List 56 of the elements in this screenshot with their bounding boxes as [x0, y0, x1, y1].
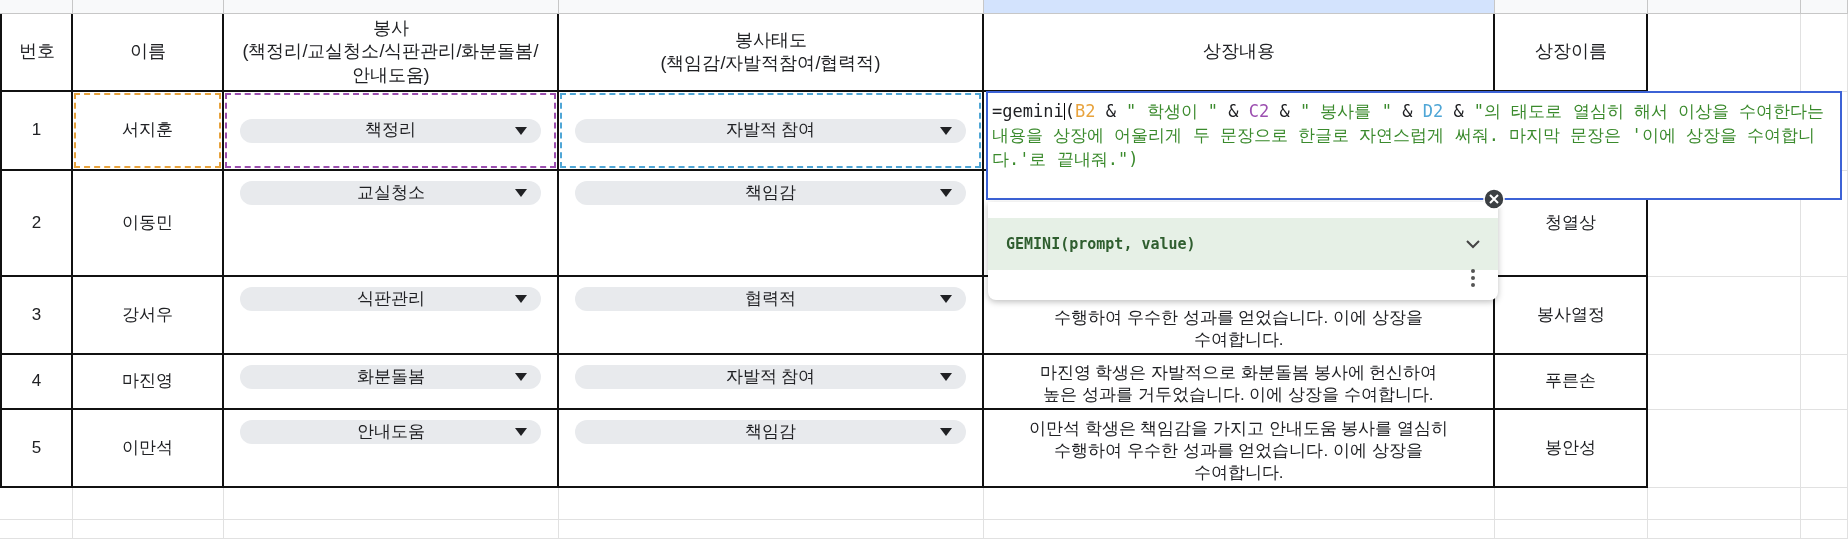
column-header[interactable] — [1801, 0, 1848, 14]
formula-editor[interactable]: =gemini(B2 & " 학생이 " & C2 & " 봉사를 " & D2 & "의 태도로 열심히 해서 이상을 수여한다는 내용을 상장에 어울리게 두 문장으로 한글로 자연스럽게 써줘. 마지막 문장은 '이에 상장을 수여합니다.'로 끝내줘.") — [986, 91, 1842, 200]
column-heading: 봉사태도 (책임감/자발적참여/협력적) — [660, 28, 881, 75]
service-dropdown[interactable]: 교실청소 — [240, 181, 541, 205]
column-heading: 상장이름 — [1534, 40, 1607, 64]
column-header[interactable] — [224, 0, 559, 14]
caret-icon — [940, 295, 952, 303]
service-dropdown[interactable]: 책정리 — [240, 118, 541, 143]
student-name: 서지훈 — [122, 119, 173, 142]
caret-icon — [515, 126, 527, 135]
column-header[interactable] — [73, 0, 224, 14]
award-name: 봉안성 — [1545, 436, 1596, 459]
attitude-dropdown[interactable]: 협력적 — [575, 287, 966, 311]
award-name: 봉사열정 — [1536, 303, 1605, 326]
column-header[interactable] — [0, 0, 73, 14]
column-heading: 번호 — [18, 40, 55, 64]
attitude-dropdown[interactable]: 책임감 — [575, 420, 966, 444]
student-name: 강서우 — [122, 303, 173, 326]
caret-icon — [940, 189, 952, 197]
row-number: 1 — [31, 119, 42, 142]
caret-icon — [515, 295, 527, 303]
column-header[interactable] — [1495, 0, 1648, 14]
row-number: 2 — [31, 211, 42, 234]
student-name: 마진영 — [122, 370, 173, 393]
column-header[interactable] — [559, 0, 984, 14]
row-number: 4 — [31, 370, 42, 393]
column-header[interactable] — [984, 0, 1495, 14]
caret-icon — [940, 428, 952, 436]
service-dropdown[interactable]: 식판관리 — [240, 287, 541, 311]
column-heading: 봉사 (책정리/교실청소/식판관리/화분돌봄/안내도움) — [241, 16, 540, 87]
column-heading: 이름 — [129, 40, 166, 64]
award-name: 푸른손 — [1545, 370, 1596, 393]
row-number: 5 — [31, 436, 42, 459]
text-cursor — [1063, 103, 1065, 120]
caret-icon — [940, 126, 952, 135]
service-dropdown[interactable]: 화분돌봄 — [240, 365, 541, 389]
award-text: 마진영 학생은 자발적으로 화분돌봄 봉사에 헌신하여 높은 성과를 거두었습니다. 이에 상장을 수여합니다. — [1039, 361, 1438, 406]
column-heading: 상장내용 — [1202, 40, 1275, 64]
column-header[interactable] — [1648, 0, 1801, 14]
student-name: 이동민 — [122, 211, 173, 234]
row-number: 3 — [31, 303, 42, 326]
attitude-dropdown[interactable]: 자발적 참여 — [575, 118, 966, 143]
attitude-dropdown[interactable]: 자발적 참여 — [575, 365, 966, 389]
caret-icon — [515, 189, 527, 197]
caret-icon — [940, 373, 952, 381]
award-text: 수행하여 우수한 성과를 얻었습니다. 이에 상장을 수여합니다. — [1054, 306, 1423, 351]
attitude-dropdown[interactable]: 책임감 — [575, 181, 966, 205]
more-options-icon[interactable] — [1470, 268, 1476, 288]
function-suggestion[interactable]: GEMINI(prompt, value) — [988, 218, 1498, 270]
award-text: 이만석 학생은 책임감을 가지고 안내도움 봉사를 열심히 수행하여 우수한 성과를 얻었습니다. 이에 상장을 수여합니다. — [1028, 417, 1449, 484]
chevron-down-icon[interactable] — [1466, 239, 1480, 249]
caret-icon — [515, 428, 527, 436]
student-name: 이만석 — [122, 436, 173, 459]
caret-icon — [515, 373, 527, 381]
award-name: 청열상 — [1545, 211, 1596, 234]
service-dropdown[interactable]: 안내도움 — [240, 420, 541, 444]
